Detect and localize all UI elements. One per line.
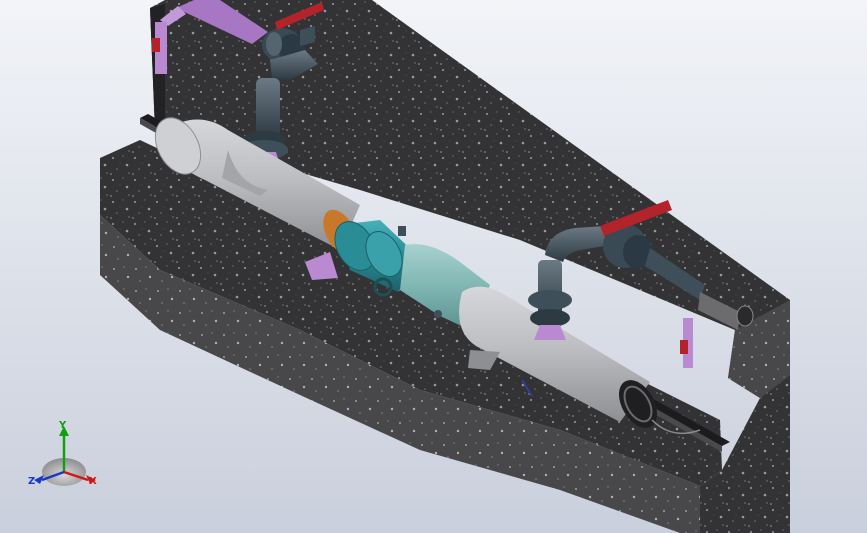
y-axis-label: Y [59,420,67,431]
pump-station-model[interactable] [0,0,867,533]
coordinate-triad [34,426,96,486]
x-axis-label: X [89,476,97,487]
z-axis-label: Z [28,476,36,487]
left-ball-valve[interactable] [152,38,160,52]
cad-viewport[interactable]: Y X Z [0,0,867,533]
right-ball-valve[interactable] [680,340,688,354]
